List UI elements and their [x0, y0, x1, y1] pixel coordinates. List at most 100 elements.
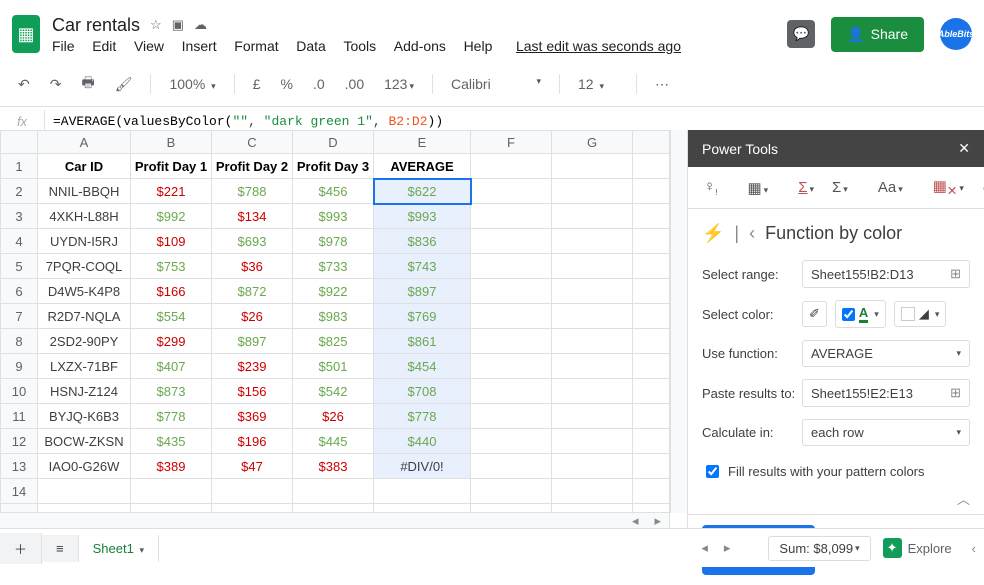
cell[interactable]: $873 [131, 379, 212, 404]
cell[interactable] [552, 204, 633, 229]
cell[interactable]: $501 [293, 354, 374, 379]
cell[interactable]: $993 [374, 204, 471, 229]
cell[interactable] [293, 479, 374, 504]
all-sheets-button[interactable]: ≡ [42, 535, 79, 562]
cell[interactable]: $825 [293, 329, 374, 354]
tool-sigma-icon[interactable]: Σ▾ [826, 175, 854, 200]
cell[interactable]: R2D7-NQLA [38, 304, 131, 329]
cell[interactable] [131, 479, 212, 504]
move-icon[interactable]: ▣ [172, 17, 184, 33]
tab-scroll-left[interactable]: ◂ [693, 540, 716, 556]
cell[interactable]: $861 [374, 329, 471, 354]
print-icon[interactable]: 🖶 [75, 68, 100, 100]
menu-data[interactable]: Data [296, 38, 326, 54]
row-header[interactable]: 14 [1, 479, 38, 504]
close-icon[interactable]: ✕ [958, 140, 970, 157]
cell[interactable] [633, 179, 670, 204]
cell[interactable]: $542 [293, 379, 374, 404]
cell[interactable] [471, 154, 552, 179]
cell[interactable]: $743 [374, 254, 471, 279]
cell[interactable]: $978 [293, 229, 374, 254]
cell[interactable]: $897 [374, 279, 471, 304]
tool-sigma-red-icon[interactable]: Σ▾ [792, 175, 820, 200]
cell[interactable] [552, 379, 633, 404]
cell[interactable] [633, 429, 670, 454]
last-edit-link[interactable]: Last edit was seconds ago [510, 38, 681, 54]
range-picker-icon[interactable]: ⊞ [950, 385, 961, 401]
col-header[interactable]: E [374, 131, 471, 154]
row-header[interactable]: 2 [1, 179, 38, 204]
cell[interactable]: $109 [131, 229, 212, 254]
cell[interactable] [471, 404, 552, 429]
cell[interactable] [471, 479, 552, 504]
col-header[interactable] [633, 131, 670, 154]
row-header[interactable]: 7 [1, 304, 38, 329]
cell[interactable]: NNIL-BBQH [38, 179, 131, 204]
cell[interactable]: IAO0-G26W [38, 454, 131, 479]
cell[interactable] [374, 479, 471, 504]
cell[interactable]: $897 [212, 329, 293, 354]
document-title[interactable]: Car rentals [52, 15, 140, 36]
cell[interactable]: $693 [212, 229, 293, 254]
cell[interactable] [633, 379, 670, 404]
cell[interactable] [633, 454, 670, 479]
header-cell[interactable]: Profit Day 1 [131, 154, 212, 179]
cell[interactable]: LXZX-71BF [38, 354, 131, 379]
add-sheet-button[interactable]: ＋ [0, 533, 42, 564]
cell[interactable] [633, 479, 670, 504]
cell[interactable]: $166 [131, 279, 212, 304]
cell[interactable]: $788 [212, 179, 293, 204]
font-select[interactable]: Calibri ▾ [445, 72, 547, 96]
cell[interactable] [633, 329, 670, 354]
vertical-scrollbar[interactable] [670, 130, 687, 513]
cell[interactable] [633, 304, 670, 329]
paint-format-icon[interactable]: 🖌 [109, 72, 139, 97]
zoom-select[interactable]: 100% ▾ [163, 72, 221, 96]
paste-results-input[interactable]: Sheet155!E2:E13⊞ [802, 379, 970, 407]
header-cell[interactable]: Profit Day 3 [293, 154, 374, 179]
cell[interactable] [552, 279, 633, 304]
row-header[interactable]: 12 [1, 429, 38, 454]
cell[interactable] [471, 329, 552, 354]
cell[interactable] [212, 479, 293, 504]
cell[interactable]: $36 [212, 254, 293, 279]
fill-pattern-checkbox[interactable] [706, 465, 719, 478]
collapse-icon[interactable]: ︿ [702, 489, 970, 508]
quicksum-display[interactable]: Sum: $8,099 ▾ [768, 536, 870, 561]
cell[interactable] [471, 304, 552, 329]
cell[interactable]: $196 [212, 429, 293, 454]
cell[interactable]: $389 [131, 454, 212, 479]
cell[interactable] [552, 154, 633, 179]
col-header[interactable]: D [293, 131, 374, 154]
format-percent[interactable]: % [275, 72, 299, 96]
col-header[interactable]: A [38, 131, 131, 154]
cell[interactable]: $156 [212, 379, 293, 404]
spreadsheet-grid[interactable]: A B C D E F G 1Car IDProfit Day 1Profit … [0, 130, 670, 529]
tool-more-icon[interactable]: ⋯ [976, 175, 984, 201]
cell[interactable]: $456 [293, 179, 374, 204]
row-header[interactable]: 1 [1, 154, 38, 179]
cell[interactable] [633, 204, 670, 229]
cell[interactable] [633, 279, 670, 304]
col-header[interactable]: C [212, 131, 293, 154]
cell[interactable]: $922 [293, 279, 374, 304]
cell[interactable] [552, 404, 633, 429]
back-icon[interactable]: ‹ [749, 223, 755, 244]
cell[interactable] [471, 229, 552, 254]
side-panel-toggle[interactable]: ‹ [964, 541, 984, 556]
cell[interactable] [552, 254, 633, 279]
col-header[interactable]: G [552, 131, 633, 154]
cell[interactable]: BYJQ-K6B3 [38, 404, 131, 429]
cell[interactable]: $47 [212, 454, 293, 479]
cell[interactable] [471, 354, 552, 379]
tool-text-icon[interactable]: Aa▾ [872, 175, 909, 200]
col-header[interactable]: F [471, 131, 552, 154]
cell[interactable]: $134 [212, 204, 293, 229]
cell[interactable]: $383 [293, 454, 374, 479]
cell[interactable]: #DIV/0! [374, 454, 471, 479]
share-button[interactable]: 👤Share [831, 17, 924, 52]
header-cell[interactable]: Profit Day 2 [212, 154, 293, 179]
cell[interactable]: $622 [374, 179, 471, 204]
cell[interactable] [552, 429, 633, 454]
cell[interactable] [471, 254, 552, 279]
